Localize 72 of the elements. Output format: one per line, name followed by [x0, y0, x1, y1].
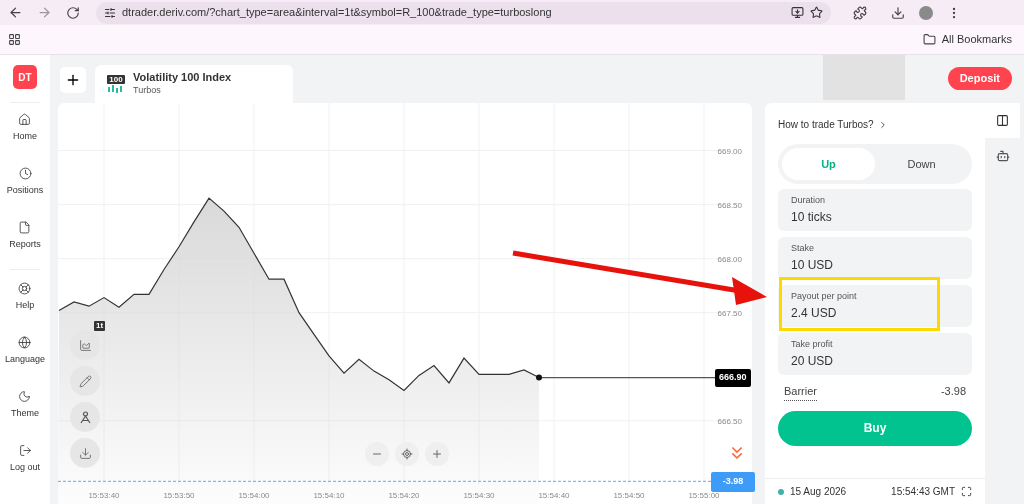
x-axis-label: 15:53:40	[88, 491, 120, 500]
y-axis-label: 667.50	[717, 308, 742, 318]
document-icon	[18, 221, 32, 234]
barrier-badge: -3.98	[711, 472, 755, 492]
side-tab[interactable]	[985, 103, 1020, 138]
folder-icon[interactable]	[922, 33, 936, 46]
back-icon[interactable]	[8, 5, 23, 20]
moon-icon	[18, 390, 32, 403]
plus-icon	[65, 72, 81, 88]
home-icon	[18, 113, 32, 126]
y-axis-label: 668.50	[717, 200, 742, 210]
y-axis-label: 669.00	[717, 146, 742, 156]
x-axis-label: 15:53:50	[163, 491, 195, 500]
robot-icon[interactable]	[995, 148, 1010, 163]
trade-param-field[interactable]: Stake 10 USD	[778, 237, 972, 279]
fullscreen-icon[interactable]	[961, 486, 972, 497]
address-bar[interactable]: dtrader.deriv.com/?chart_type=area&interval=1t&symbol=R_100&trade_type=turboslong	[96, 1, 831, 24]
x-axis-label: 15:54:40	[538, 491, 570, 500]
all-bookmarks-link[interactable]: All Bookmarks	[941, 31, 1012, 48]
url-text: dtrader.deriv.com/?chart_type=area&interval=1t&symbol=R_100&trade_type=turboslong	[122, 5, 552, 21]
time-text: 15:54:43 GMT	[891, 485, 955, 499]
x-axis-label: 15:54:10	[313, 491, 345, 500]
compass-icon	[78, 410, 92, 424]
current-price-badge: 666.90	[715, 369, 751, 387]
logout-icon	[18, 444, 32, 457]
sidebar-item[interactable]: Reports	[9, 221, 41, 275]
download-icon[interactable]	[891, 5, 905, 20]
site-settings-icon[interactable]	[104, 6, 116, 19]
x-axis-label: 15:54:50	[613, 491, 645, 500]
trade-param-field[interactable]: Take profit 20 USD	[778, 333, 972, 375]
market-badge: 100	[107, 74, 125, 84]
y-axis-label: 666.50	[717, 416, 742, 426]
sidebar-item[interactable]: Positions	[6, 167, 44, 221]
clock-icon	[18, 167, 32, 180]
trade-param-field[interactable]: Duration 10 ticks	[778, 189, 972, 231]
reload-icon[interactable]	[66, 5, 80, 20]
trade-type-label: Turbos	[133, 83, 162, 97]
area-chart-icon	[78, 338, 92, 352]
y-axis-label: 668.00	[717, 254, 742, 264]
sidebar-item[interactable]: Log out	[10, 444, 40, 498]
sidebar-item[interactable]: Help	[15, 282, 35, 336]
x-axis-label: 15:54:30	[463, 491, 495, 500]
barrier-label: Barrier	[784, 383, 817, 401]
install-icon[interactable]	[791, 6, 804, 19]
direction-tab[interactable]: Down	[875, 148, 968, 180]
barrier-value: -3.98	[940, 384, 966, 399]
lifebuoy-icon	[18, 282, 32, 295]
how-to-trade-link[interactable]: How to trade Turbos?	[778, 117, 972, 132]
apps-icon[interactable]	[8, 33, 21, 46]
bookmark-star-icon[interactable]	[810, 6, 823, 19]
add-tab-button[interactable]	[60, 67, 86, 93]
market-tab[interactable]: 100 Volatility 100 Index Turbos	[95, 65, 293, 103]
plus-icon	[431, 448, 443, 460]
candlestick-icon	[107, 83, 125, 94]
extensions-icon[interactable]	[853, 5, 867, 20]
trade-param-field[interactable]: Payout per point 2.4 USD	[778, 285, 972, 327]
download-icon	[78, 446, 92, 460]
sidebar-item[interactable]: Theme	[11, 390, 39, 444]
market-name: Volatility 100 Index	[133, 70, 232, 84]
globe-icon	[18, 336, 32, 349]
current-tick-dot	[536, 374, 542, 381]
x-axis-label: 15:54:20	[388, 491, 420, 500]
profile-avatar[interactable]	[919, 5, 933, 20]
sidebar-item[interactable]: Home	[13, 113, 37, 167]
date-text: 15 Aug 2026	[790, 485, 847, 499]
x-axis-label: 15:54:00	[238, 491, 270, 500]
sidebar-item[interactable]: Language	[4, 336, 45, 390]
x-axis-label: 15:55:00	[688, 491, 720, 500]
pencil-icon	[78, 374, 92, 388]
panel-icon	[996, 114, 1009, 127]
target-icon	[401, 448, 413, 460]
interval-badge: 1t	[94, 321, 106, 331]
